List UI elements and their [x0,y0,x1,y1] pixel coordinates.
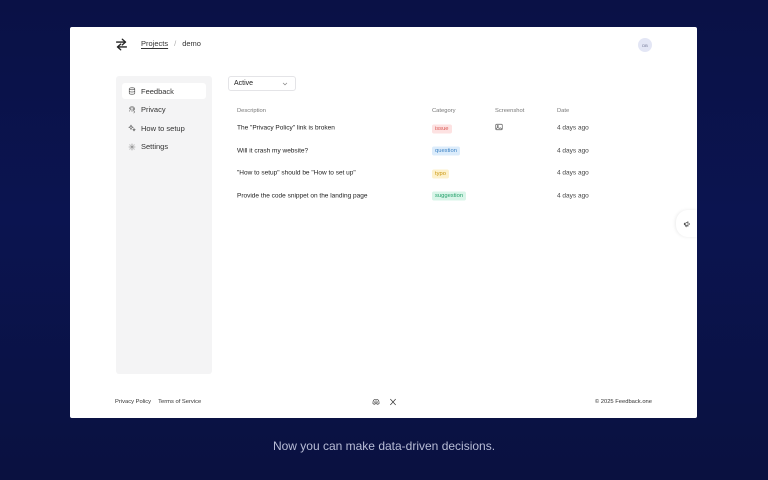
fingerprint-icon [129,105,135,113]
category-badge: typo [432,169,449,179]
terms-of-service-link[interactable]: Terms of Service [158,399,201,405]
category-cell: typo [432,169,449,179]
sidebar-item-feedback[interactable]: Feedback [122,83,206,99]
column-screenshot[interactable]: Screenshot [495,108,524,114]
sidebar-item-settings[interactable]: Settings [122,139,206,155]
sidebar-item-label: Settings [141,142,169,152]
sidebar-item-label: Feedback [141,86,174,96]
marketing-caption: Now you can make data-driven decisions. [272,439,496,453]
table-row[interactable]: Provide the code snippet on the landing … [237,185,657,208]
gear-icon [128,143,136,151]
feedback-table: Description Category Screenshot Date The… [237,105,657,207]
sidebar-item-how-to-setup[interactable]: How to setup [122,120,206,136]
screenshot-cell[interactable] [495,124,503,133]
feedback-description: "How to setup" should be "How to set up" [237,169,356,177]
app-window: Projects / demo DB Feedback Privacy How … [70,27,697,418]
privacy-policy-link[interactable]: Privacy Policy [115,399,151,405]
category-badge: question [432,146,460,156]
status-filter-select[interactable]: Active [228,76,296,91]
feedback-widget-tab[interactable] [676,210,697,237]
sidebar-item-label: Privacy [141,105,166,115]
category-cell: suggestion [432,191,467,201]
date-cell: 4 days ago [557,192,589,200]
column-description[interactable]: Description [237,108,266,114]
avatar[interactable]: DB [638,38,652,52]
top-bar: Projects / demo DB [70,27,697,63]
date-cell: 4 days ago [557,147,589,155]
feedback-description: Provide the code snippet on the landing … [237,192,368,200]
category-cell: issue [432,124,452,134]
image-icon [495,124,503,131]
breadcrumb-projects-link[interactable]: Projects [141,39,168,48]
sidebar: Feedback Privacy How to setup Settings [116,76,212,374]
footer: Privacy Policy Terms of Service © 2025 F… [70,398,697,411]
discord-icon[interactable] [372,398,380,406]
megaphone-icon [683,220,690,227]
logo-arrows-icon[interactable] [115,38,128,51]
sidebar-item-label: How to setup [141,123,185,133]
sparkles-icon [128,124,136,132]
feedback-description: Will it crash my website? [237,147,309,155]
column-category[interactable]: Category [432,108,456,114]
breadcrumb: Projects / demo [141,39,201,48]
category-cell: question [432,146,460,156]
category-badge: issue [432,124,452,134]
table-row[interactable]: The "Privacy Policy" link is broken issue… [237,117,657,140]
breadcrumb-current: demo [182,39,201,48]
database-icon [128,87,136,95]
column-date[interactable]: Date [557,108,569,114]
x-twitter-icon[interactable] [389,398,397,406]
table-header: Description Category Screenshot Date [237,105,657,117]
sidebar-item-privacy[interactable]: Privacy [122,102,206,118]
date-cell: 4 days ago [557,169,589,177]
status-filter-value: Active [234,80,254,87]
category-badge: suggestion [432,191,467,201]
date-cell: 4 days ago [557,124,589,132]
chevron-down-icon [282,82,288,85]
feedback-description: The "Privacy Policy" link is broken [237,124,335,132]
table-row[interactable]: "How to setup" should be "How to set up"… [237,162,657,185]
copyright-text: © 2025 Feedback.one [594,399,652,405]
table-row[interactable]: Will it crash my website? question 4 days … [237,140,657,163]
breadcrumb-separator: / [174,39,177,48]
